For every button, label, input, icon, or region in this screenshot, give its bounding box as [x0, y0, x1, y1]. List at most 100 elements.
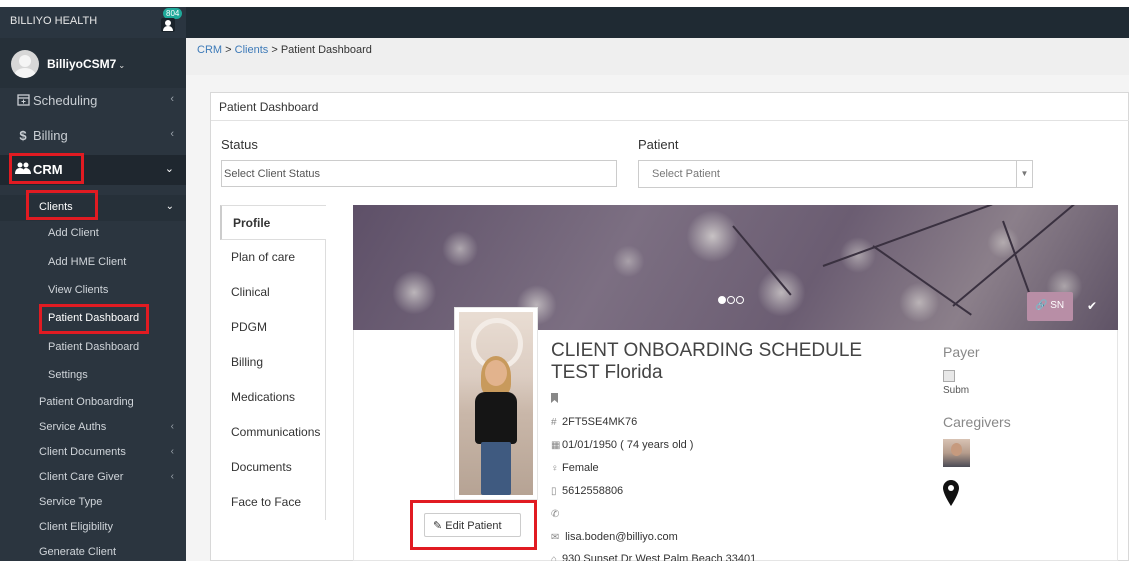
sidebar-item-scheduling[interactable]: Scheduling ‹ [0, 86, 186, 116]
patient-select-placeholder: Select Patient [652, 168, 720, 180]
carousel-dots[interactable] [718, 293, 745, 307]
chevron-left-icon: ‹ [170, 471, 174, 482]
sidebar-subitem-settings[interactable]: Settings [0, 363, 186, 389]
username: BilliyoCSM7 [47, 57, 117, 71]
status-label: Status [221, 137, 258, 152]
sidebar-item-label: Scheduling [33, 93, 98, 108]
notification-button[interactable]: 804 [155, 8, 183, 34]
envelope-icon: ✉ [551, 532, 560, 543]
tab-medications[interactable]: Medications [220, 380, 326, 415]
breadcrumb-current: Patient Dashboard [280, 44, 372, 56]
sidebar-item-client-documents[interactable]: Client Documents ‹ [0, 440, 186, 466]
map-pin-icon[interactable] [943, 480, 959, 506]
client-address: 930 Sunset Dr West Palm Beach 33401 [562, 553, 757, 561]
sidebar-subitem-view-clients[interactable]: View Clients [0, 278, 186, 304]
sidebar-item-label: Add HME Client [48, 256, 127, 268]
gender-row: ♀ Female [551, 462, 599, 474]
calendar-icon: ▦ [551, 440, 561, 451]
chevron-down-icon: ⌄ [164, 163, 174, 175]
carousel-dot[interactable] [718, 296, 726, 304]
sidebar-item-label: Patient Dashboard [48, 341, 140, 353]
sidebar-subitem-patient-dashboard-2[interactable]: Patient Dashboard [0, 335, 186, 361]
tab-profile[interactable]: Profile [220, 205, 326, 240]
tab-documents[interactable]: Documents [220, 450, 326, 485]
breadcrumb-crm[interactable]: CRM [197, 44, 222, 56]
chevron-left-icon: ‹ [170, 421, 174, 432]
sidebar-item-label: Client Documents [39, 446, 126, 458]
chevron-down-icon: ⌄ [165, 201, 174, 212]
patient-select[interactable]: Select Patient ▼ [638, 160, 1033, 188]
payer-heading: Payer [943, 344, 980, 360]
sidebar-item-label: Settings [48, 369, 88, 381]
panel-title: Patient Dashboard [211, 93, 1129, 121]
tab-plan-of-care[interactable]: Plan of care [220, 240, 326, 275]
sidebar-item-client-eligibility[interactable]: Client Eligibility [0, 515, 186, 541]
sidebar-item-label: Patient Onboarding [39, 396, 134, 408]
sidebar-subitem-add-hme-client[interactable]: Add HME Client [0, 250, 186, 276]
phone-icon: ✆ [551, 509, 560, 520]
sidebar-item-label: Generate Client [39, 546, 117, 558]
venus-icon: ♀ [551, 463, 559, 474]
dollar-icon: $ [19, 128, 27, 143]
chevron-left-icon: ‹ [170, 128, 174, 140]
payer-submit-image[interactable]: Subm [943, 370, 971, 398]
sidebar-item-patient-onboarding[interactable]: Patient Onboarding [0, 390, 186, 416]
home-icon: ⌂ [551, 554, 558, 561]
patient-label: Patient [638, 137, 679, 152]
caregiver-avatar[interactable] [943, 439, 970, 467]
client-gender: Female [562, 462, 599, 474]
breadcrumb-clients[interactable]: Clients [235, 44, 269, 56]
broken-image-icon [943, 370, 955, 382]
breadcrumb-bar: CRM > Clients > Patient Dashboard [186, 38, 1129, 75]
chevron-down-icon: ⌄ [118, 61, 126, 70]
avatar [11, 50, 39, 78]
client-id: 2FT5SE4MK76 [562, 416, 638, 428]
chevron-left-icon: ‹ [170, 446, 174, 457]
client-phone: 5612558806 [562, 485, 624, 497]
highlight-clients [26, 190, 98, 220]
sidebar-item-label: Client Eligibility [39, 521, 113, 533]
tab-communications[interactable]: Communications [220, 415, 326, 450]
sidebar-item-service-auths[interactable]: Service Auths ‹ [0, 415, 186, 441]
sidebar-item-client-care-giver[interactable]: Client Care Giver ‹ [0, 465, 186, 491]
sidebar-item-label: View Clients [48, 284, 109, 296]
check-icon[interactable]: ✔ [1087, 299, 1097, 313]
carousel-dot[interactable] [727, 296, 735, 304]
sidebar-item-service-type[interactable]: Service Type [0, 490, 186, 516]
sidebar-subitem-add-client[interactable]: Add Client [0, 221, 186, 247]
user-profile[interactable]: BilliyoCSM7 ⌄ [0, 38, 186, 88]
link-icon: 🔗 [1035, 300, 1048, 311]
mobile-icon: ▯ [551, 486, 557, 497]
user-notification-icon [161, 18, 175, 32]
client-name: CLIENT ONBOARDING SCHEDULE TEST Florida [551, 340, 863, 383]
tab-clinical[interactable]: Clinical [220, 275, 326, 310]
carousel-dot[interactable] [736, 296, 744, 304]
client-status-select[interactable]: Select Client Status [221, 160, 617, 187]
sidebar-item-billing[interactable]: $ Billing ‹ [0, 121, 186, 151]
chevron-down-icon: ▼ [1016, 161, 1032, 187]
breadcrumb-separator: > [271, 44, 278, 56]
sidebar-item-label: Add Client [48, 227, 99, 239]
highlight-edit-patient [410, 500, 537, 550]
address-row: ⌂ 930 Sunset Dr West Palm Beach 33401 [551, 553, 756, 561]
sidebar-item-label: Service Auths [39, 421, 107, 433]
calendar-plus-icon [15, 93, 31, 109]
highlight-crm [9, 153, 84, 184]
tab-face-to-face[interactable]: Face to Face [220, 485, 326, 520]
sidebar-item-label: Client Care Giver [39, 471, 124, 483]
hash-icon: # [551, 417, 557, 428]
dob-row: ▦ 01/01/1950 ( 74 years old ) [551, 439, 693, 451]
sn-button[interactable]: 🔗 SN [1027, 292, 1073, 321]
tab-billing[interactable]: Billing [220, 345, 326, 380]
sidebar-item-label: Billing [33, 128, 68, 143]
phone-row: ▯ 5612558806 [551, 485, 623, 497]
sidebar-item-label: Service Type [39, 496, 103, 508]
client-email[interactable]: lisa.boden@billiyo.com [565, 531, 678, 543]
payer-submit-alt: Subm [943, 385, 970, 396]
sidebar-item-generate-client[interactable]: Generate Client [0, 540, 186, 561]
caregivers-heading: Caregivers [943, 414, 1011, 430]
tab-pdgm[interactable]: PDGM [220, 310, 326, 345]
phone-icon-row: ✆ [551, 508, 562, 520]
highlight-patient-dashboard [39, 304, 149, 334]
sidebar: BilliyoCSM7 ⌄ Scheduling ‹ $ Billing ‹ CR… [0, 38, 186, 561]
